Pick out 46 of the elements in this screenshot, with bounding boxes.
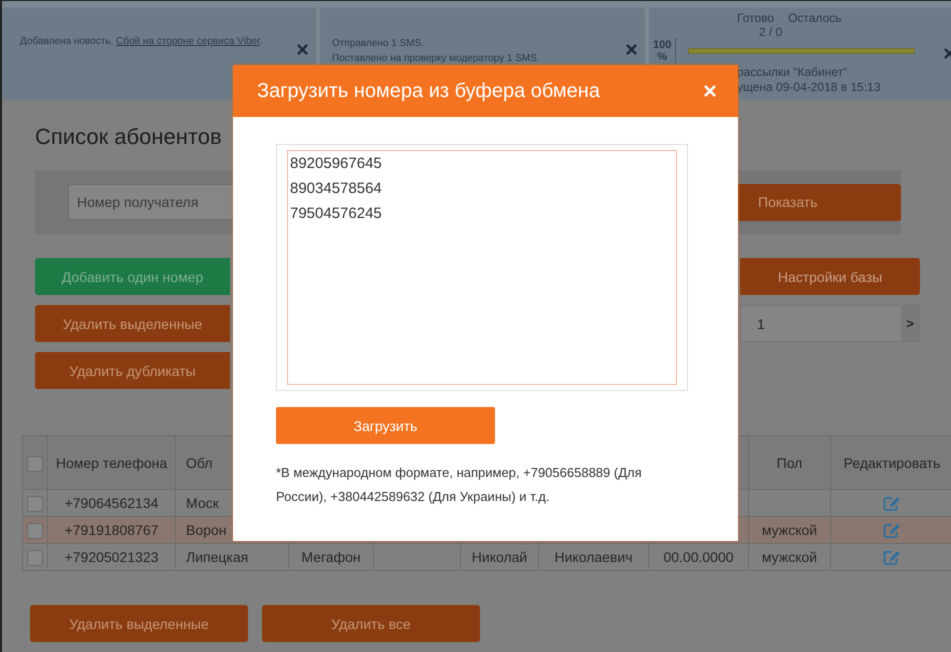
percent-label: 100 %	[653, 39, 676, 63]
table-header-cell: Пол	[748, 436, 830, 490]
settings-button[interactable]: Настройки базы	[740, 258, 920, 295]
table-cell: +79064562134	[48, 490, 176, 516]
checkbox[interactable]	[27, 522, 43, 539]
notification-text: Поставлено на проверку модератору 1 SMS.	[332, 52, 541, 66]
action-button[interactable]: Удалить выделенные	[35, 305, 230, 342]
table-cell: +79205021323	[48, 544, 176, 570]
table-cell: Николай	[460, 544, 538, 570]
checkbox[interactable]	[27, 550, 43, 566]
table-header-cell: Номер телефона	[48, 436, 176, 490]
delete-button[interactable]: Удалить выделенные	[30, 605, 248, 642]
notification-link[interactable]: Сбой на стороне сервиса Viber	[116, 36, 260, 47]
ready-label: Готово	[737, 11, 774, 25]
page-number[interactable]: 1	[741, 306, 901, 341]
action-button[interactable]: Добавить один номер	[35, 258, 230, 295]
close-icon[interactable]	[626, 44, 637, 55]
load-button[interactable]: Загрузить	[276, 407, 495, 444]
edit-icon[interactable]	[883, 550, 901, 566]
edit-icon[interactable]	[883, 496, 901, 512]
table-cell: мужской	[748, 516, 830, 544]
progress-counts: 2 / 0	[758, 25, 784, 39]
table-cell: Липецкая	[176, 544, 288, 570]
edit-icon[interactable]	[883, 522, 901, 539]
action-button[interactable]: Удалить дубликаты	[35, 352, 230, 389]
notification-text: Добавлена новость. Сбой на стороне сервиса Viber.	[20, 35, 264, 49]
page-title: Список абонентов	[35, 124, 223, 151]
table-header-cell: Редактировать	[830, 436, 951, 490]
left-label: Осталось	[788, 11, 842, 25]
checkbox[interactable]	[27, 496, 43, 512]
next-page-button[interactable]: >	[901, 306, 919, 341]
show-button[interactable]: Показать	[738, 184, 901, 220]
table-cell: мужской	[748, 544, 830, 570]
table-cell: +79191808767	[48, 516, 176, 544]
modal-title: Загрузить номера из буфера обмена	[257, 80, 600, 102]
table-cell: 00.00.0000	[648, 544, 748, 570]
delete-button[interactable]: Удалить все	[262, 605, 480, 642]
numbers-field[interactable]: 89205967645 89034578564 79504576245	[287, 150, 677, 385]
notification-text: ущена 09-04-2018 в 15:13	[737, 80, 882, 95]
table-cell: Мегафон	[288, 544, 374, 570]
notification-text: рассылки "Кабинет"	[737, 65, 848, 80]
table-cell: Николаевич	[538, 544, 648, 570]
search-field[interactable]: Номер получателя	[68, 184, 233, 220]
checkbox[interactable]	[27, 456, 43, 472]
notification-text: Отправлено 1 SMS.	[332, 37, 426, 51]
close-icon[interactable]	[297, 44, 308, 55]
